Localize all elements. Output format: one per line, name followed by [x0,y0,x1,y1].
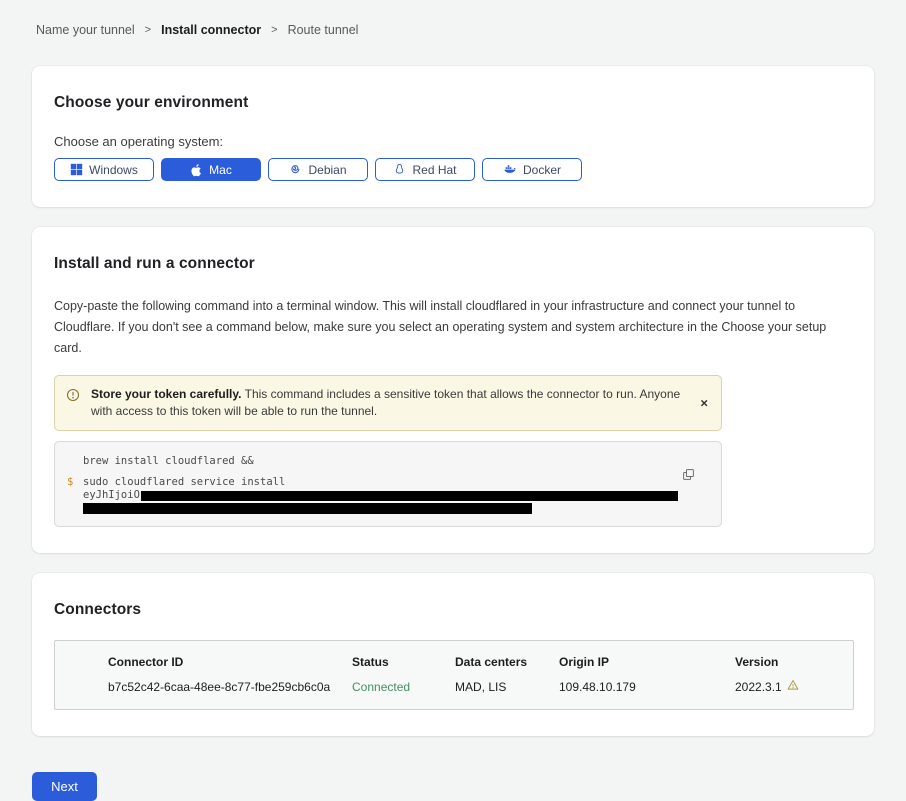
os-button-mac[interactable]: Mac [161,158,261,181]
os-button-docker[interactable]: Docker [482,158,582,181]
version-cell: 2022.3.1 [735,680,782,694]
os-button-label: Debian [308,163,346,177]
install-connector-card: Install and run a connector Copy-paste t… [32,227,874,553]
breadcrumb-step-install-connector[interactable]: Install connector [161,23,261,37]
breadcrumb-step-name-your-tunnel[interactable]: Name your tunnel [36,23,135,37]
next-button[interactable]: Next [32,772,97,801]
os-button-label: Mac [209,163,232,177]
header-data-centers: Data centers [455,655,559,669]
breadcrumb-separator: > [271,24,277,36]
os-button-debian[interactable]: Debian [268,158,368,181]
table-row: b7c52c42-6caa-48ee-8c77-fbe259cb6c0a Con… [108,679,837,694]
shell-prompt: $ [67,476,83,514]
os-select-label: Choose an operating system: [54,134,846,149]
breadcrumb-separator: > [145,24,151,36]
os-button-group: Windows Mac Debian Red Hat [54,158,846,181]
os-button-windows[interactable]: Windows [54,158,154,181]
os-button-redhat[interactable]: Red Hat [375,158,475,181]
connectors-table: Connector ID Status Data centers Origin … [54,640,854,710]
install-description: Copy-paste the following command into a … [54,296,846,359]
header-status: Status [352,655,455,669]
connectors-table-header: Connector ID Status Data centers Origin … [108,655,837,669]
code-line-service-install: sudo cloudflared service install [83,476,681,489]
choose-environment-card: Choose your environment Choose an operat… [32,66,874,207]
warning-circle-icon [66,388,80,407]
copy-icon[interactable] [680,466,697,486]
token-warning-banner: Store your token carefully. This command… [54,375,722,431]
windows-icon [70,163,83,176]
origin-ip-cell: 109.48.10.179 [559,680,735,694]
os-button-label: Red Hat [412,163,456,177]
close-icon[interactable]: × [700,397,708,410]
header-connector-id: Connector ID [108,655,352,669]
os-button-label: Windows [89,163,138,177]
environment-card-title: Choose your environment [54,94,846,112]
status-badge: Connected [352,680,455,694]
version-warning-icon [787,679,799,694]
code-line-brew: brew install cloudflared && [67,455,681,468]
os-button-label: Docker [523,163,561,177]
data-centers-cell: MAD, LIS [455,680,559,694]
connectors-card: Connectors Connector ID Status Data cent… [32,573,874,736]
install-card-title: Install and run a connector [54,255,846,273]
connectors-card-title: Connectors [54,601,846,619]
breadcrumb: Name your tunnel > Install connector > R… [0,0,906,37]
connector-id-cell: b7c52c42-6caa-48ee-8c77-fbe259cb6c0a [108,680,352,694]
header-origin-ip: Origin IP [559,655,735,669]
footer: Next [32,772,906,801]
apple-icon [190,163,203,177]
warning-title: Store your token carefully. [91,387,242,401]
redhat-icon [393,163,406,176]
redacted-token-bar [141,491,678,501]
install-command-code-block: brew install cloudflared && $ sudo cloud… [54,441,722,527]
breadcrumb-step-route-tunnel[interactable]: Route tunnel [288,23,359,37]
docker-icon [503,163,517,176]
redacted-token-bar [83,503,532,514]
header-version: Version [735,655,837,669]
debian-icon [289,163,302,176]
token-prefix: eyJhIjoiO [83,489,140,502]
